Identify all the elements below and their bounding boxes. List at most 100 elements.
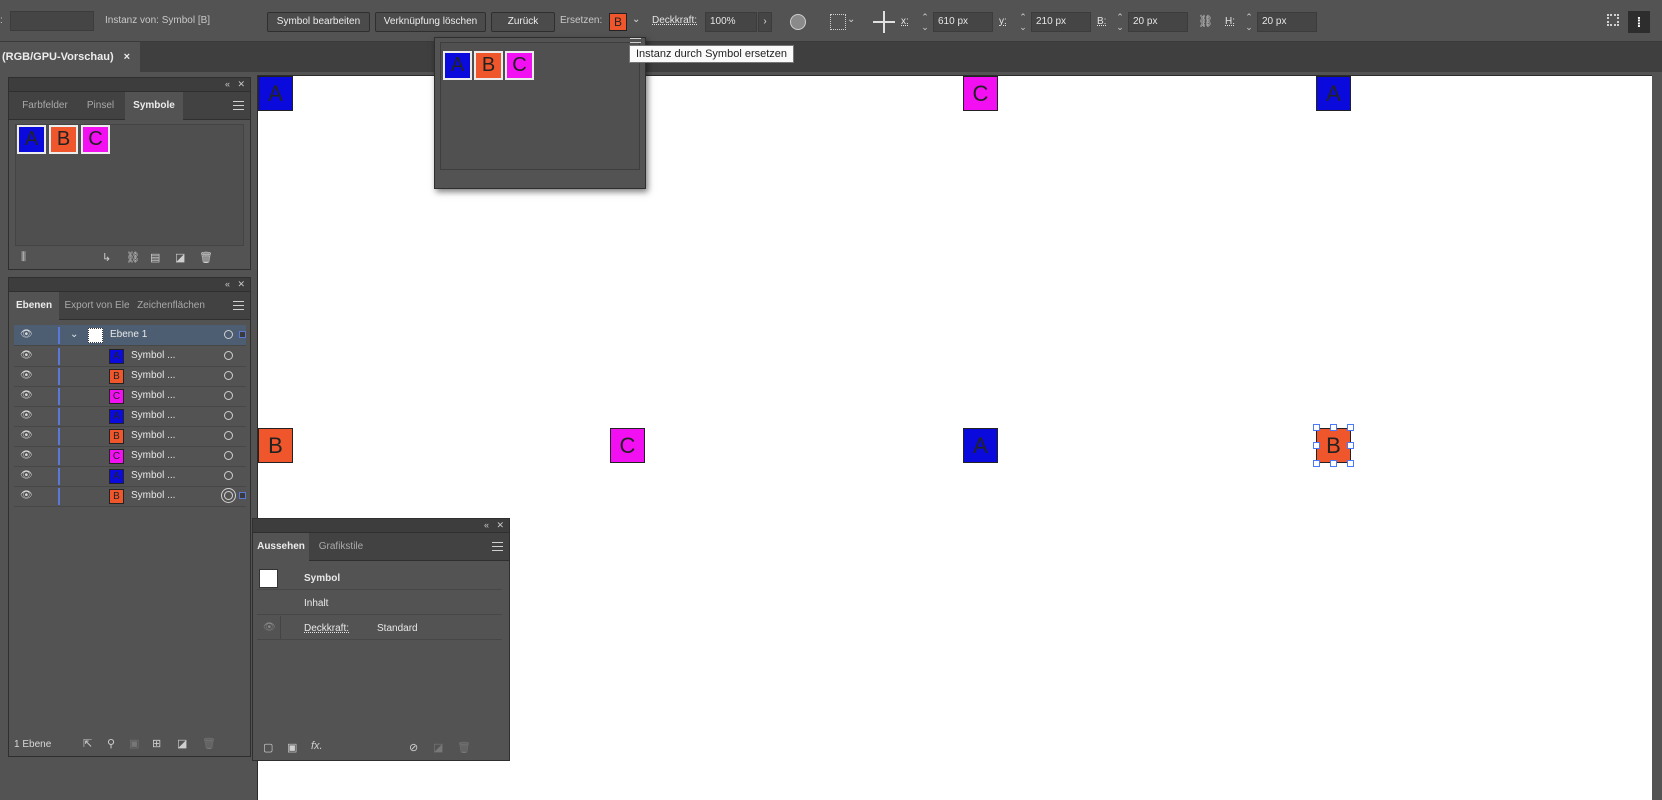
tab-symbols[interactable]: Symbole bbox=[125, 92, 183, 120]
add-fill-icon[interactable]: ▣ bbox=[287, 741, 297, 754]
symbol-options-icon[interactable]: ▤ bbox=[150, 251, 160, 264]
eye-icon[interactable]: 👁 bbox=[20, 329, 33, 340]
symbol-swatch-b[interactable]: B bbox=[49, 125, 78, 154]
collapse-icon[interactable]: « bbox=[225, 79, 230, 89]
canvas-symbol-a[interactable]: A bbox=[963, 428, 998, 463]
layer-row[interactable]: 👁 A Symbol ... bbox=[14, 466, 246, 487]
canvas-symbol-c[interactable]: C bbox=[963, 76, 998, 111]
add-stroke-icon[interactable]: ▢ bbox=[263, 741, 273, 754]
break-link-button[interactable]: Verknüpfung löschen bbox=[375, 12, 486, 32]
x-field[interactable]: 610 px bbox=[933, 12, 993, 32]
layer-row[interactable]: 👁 C Symbol ... bbox=[14, 386, 246, 407]
delete-icon[interactable]: 🗑 bbox=[457, 741, 471, 754]
popup-symbol-b[interactable]: B bbox=[474, 51, 503, 80]
new-sublayer-icon[interactable]: ⊞ bbox=[152, 737, 161, 750]
layer-row[interactable]: 👁 B Symbol ... bbox=[14, 426, 246, 447]
panel-menu-icon[interactable] bbox=[492, 542, 503, 551]
tab-swatches[interactable]: Farbfelder bbox=[14, 92, 76, 120]
clipping-mask-icon[interactable]: ▣ bbox=[129, 737, 139, 750]
export-icon[interactable]: ⇱ bbox=[83, 737, 92, 750]
canvas-symbol-b-selected[interactable]: B bbox=[1316, 428, 1351, 463]
effects-icon[interactable]: fx. bbox=[311, 740, 323, 752]
reset-button[interactable]: Zurück bbox=[491, 12, 555, 32]
target-circle-icon[interactable] bbox=[224, 391, 233, 400]
layer-row[interactable]: 👁 A Symbol ... bbox=[14, 346, 246, 367]
layer-row[interactable]: 👁 B Symbol ... bbox=[14, 366, 246, 387]
recolor-icon[interactable] bbox=[790, 14, 806, 30]
close-icon[interactable]: ✕ bbox=[237, 279, 245, 290]
opacity-arrow-button[interactable]: › bbox=[758, 12, 772, 32]
canvas-symbol-a[interactable]: A bbox=[258, 76, 293, 111]
eye-icon[interactable]: 👁 bbox=[263, 622, 276, 633]
constrain-link-icon[interactable]: ⛓ bbox=[1198, 14, 1213, 28]
y-stepper[interactable]: ⌃ ⌄ bbox=[1018, 12, 1028, 32]
edit-symbol-button[interactable]: Symbol bearbeiten bbox=[267, 12, 370, 32]
tab-graphic-styles[interactable]: Grafikstile bbox=[311, 533, 371, 561]
tab-appearance[interactable]: Aussehen bbox=[253, 533, 309, 561]
eye-icon[interactable]: 👁 bbox=[20, 370, 33, 381]
symbol-libraries-icon[interactable]: ⫼ bbox=[21, 251, 26, 264]
delete-icon[interactable]: 🗑 bbox=[199, 251, 213, 264]
layer-row[interactable]: 👁 A Symbol ... bbox=[14, 406, 246, 427]
duplicate-icon[interactable]: ◪ bbox=[433, 741, 443, 754]
panel-menu-icon[interactable] bbox=[233, 101, 244, 110]
close-icon[interactable]: ✕ bbox=[237, 79, 245, 90]
selection-handle[interactable] bbox=[1313, 460, 1320, 467]
collapse-icon[interactable]: « bbox=[484, 520, 489, 530]
appearance-content-row[interactable]: Inhalt bbox=[257, 591, 502, 615]
chevron-down-icon[interactable]: ⌄ bbox=[847, 14, 855, 25]
panel-menu-icon[interactable]: ⁞ bbox=[1628, 11, 1650, 33]
search-icon[interactable]: ⚲ bbox=[107, 737, 115, 750]
selection-handle[interactable] bbox=[1347, 424, 1354, 431]
appearance-title-row[interactable]: Symbol bbox=[257, 566, 502, 590]
delete-icon[interactable]: 🗑 bbox=[202, 737, 216, 750]
layer-row[interactable]: 👁 B Symbol ... bbox=[14, 486, 246, 507]
target-circle-icon[interactable] bbox=[224, 471, 233, 480]
replace-symbol-dropdown[interactable]: B ⌄ bbox=[607, 12, 643, 32]
tab-asset-export[interactable]: Export von Ele bbox=[61, 292, 133, 320]
target-circle-icon[interactable] bbox=[224, 431, 233, 440]
selection-indicator[interactable] bbox=[239, 331, 246, 338]
selection-handle[interactable] bbox=[1330, 424, 1337, 431]
collapse-icon[interactable]: « bbox=[225, 279, 230, 289]
break-link-icon[interactable]: ⛓ bbox=[126, 251, 140, 264]
selection-handle[interactable] bbox=[1313, 424, 1320, 431]
tab-artboards[interactable]: Zeichenflächen bbox=[135, 292, 207, 320]
name-field[interactable] bbox=[10, 11, 94, 31]
target-circle-icon[interactable] bbox=[224, 451, 233, 460]
eye-icon[interactable]: 👁 bbox=[20, 470, 33, 481]
opacity-field[interactable]: 100% bbox=[705, 12, 757, 32]
symbol-swatch-c[interactable]: C bbox=[81, 125, 110, 154]
clear-appearance-icon[interactable]: ⊘ bbox=[409, 741, 418, 754]
target-circle-icon[interactable] bbox=[224, 371, 233, 380]
height-field[interactable]: 20 px bbox=[1257, 12, 1317, 32]
tab-brushes[interactable]: Pinsel bbox=[78, 92, 123, 120]
canvas-symbol-b[interactable]: B bbox=[258, 428, 293, 463]
width-stepper[interactable]: ⌃ ⌄ bbox=[1115, 12, 1125, 32]
target-circle-icon[interactable] bbox=[224, 351, 233, 360]
selection-handle[interactable] bbox=[1313, 442, 1320, 449]
target-circle-icon[interactable] bbox=[224, 330, 233, 339]
panel-menu-icon[interactable] bbox=[233, 301, 244, 310]
new-layer-icon[interactable]: ◪ bbox=[177, 737, 187, 750]
y-field[interactable]: 210 px bbox=[1031, 12, 1091, 32]
reference-point-icon[interactable] bbox=[873, 11, 895, 33]
eye-icon[interactable]: 👁 bbox=[20, 450, 33, 461]
symbol-swatch-a[interactable]: A bbox=[17, 125, 46, 154]
document-tab[interactable]: (RGB/GPU-Vorschau) × bbox=[0, 42, 140, 72]
appearance-opacity-row[interactable]: 👁 Deckkraft: Standard bbox=[257, 616, 502, 640]
x-stepper[interactable]: ⌃ ⌄ bbox=[920, 12, 930, 32]
tab-layers[interactable]: Ebenen bbox=[9, 292, 59, 320]
canvas-symbol-c[interactable]: C bbox=[610, 428, 645, 463]
close-icon[interactable]: ✕ bbox=[496, 520, 504, 531]
eye-icon[interactable]: 👁 bbox=[20, 390, 33, 401]
selection-handle[interactable] bbox=[1330, 460, 1337, 467]
selection-indicator[interactable] bbox=[239, 492, 246, 499]
align-grid-icon[interactable] bbox=[830, 14, 846, 30]
layer-row[interactable]: 👁 C Symbol ... bbox=[14, 446, 246, 467]
selection-handle[interactable] bbox=[1347, 460, 1354, 467]
selection-handle[interactable] bbox=[1347, 442, 1354, 449]
eye-icon[interactable]: 👁 bbox=[20, 430, 33, 441]
eye-icon[interactable]: 👁 bbox=[20, 410, 33, 421]
layer-row-ebene-1[interactable]: 👁 ⌄ Ebene 1 bbox=[14, 325, 246, 346]
